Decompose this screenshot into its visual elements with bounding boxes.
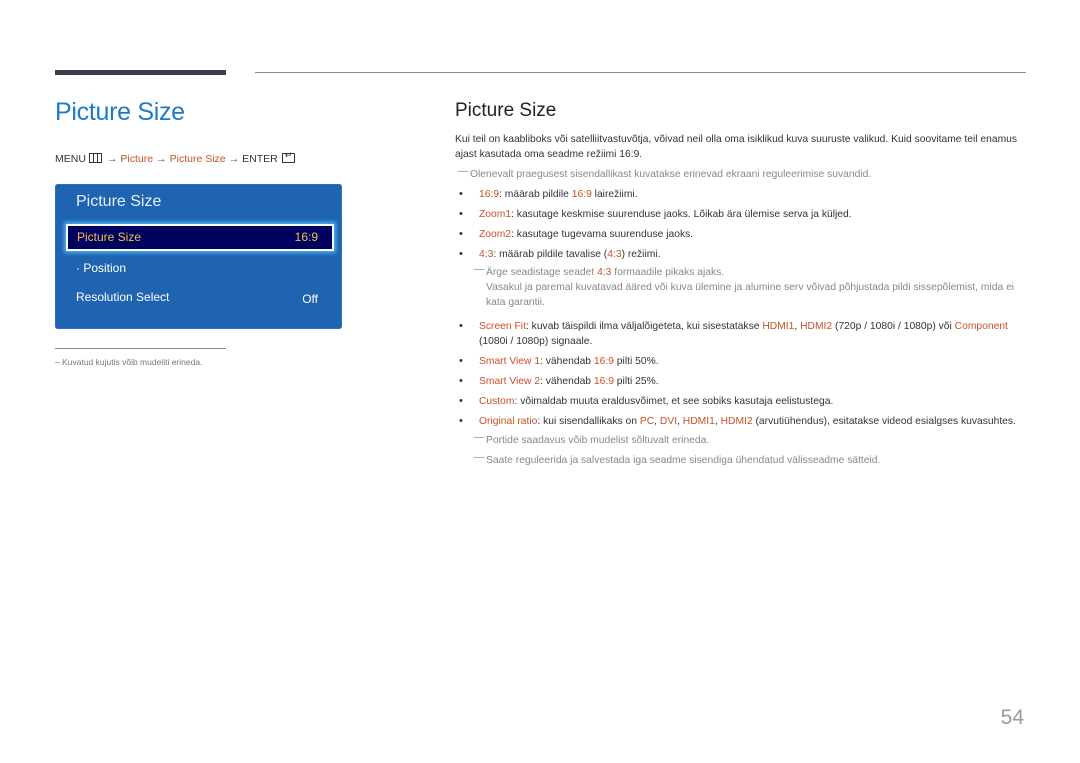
- header-rule-thick: [55, 70, 226, 75]
- enter-label: ENTER: [242, 153, 278, 165]
- note-text: Olenevalt praegusest sisendallikast kuva…: [470, 169, 872, 180]
- note-dash-icon: —: [474, 432, 485, 443]
- osd-item-resolution-value: Off: [302, 292, 318, 306]
- menu-path-picture: Picture: [120, 153, 154, 165]
- option-highlight: 16:9: [571, 189, 592, 200]
- note-dash-icon: —: [458, 166, 469, 177]
- option-highlight: DVI: [659, 416, 678, 427]
- option-list-2: Screen Fit: kuvab täispildi ilma väljalõ…: [455, 319, 1025, 429]
- arrow-icon: →: [156, 153, 167, 165]
- osd-item-picture-size[interactable]: Picture Size 16:9: [66, 224, 334, 251]
- section-title: Picture Size: [55, 98, 185, 126]
- note-dash-icon: —: [474, 264, 485, 275]
- arrow-icon: →: [106, 153, 118, 165]
- note-text: Portide saadavus võib mudelist sõltuvalt…: [486, 435, 710, 446]
- option-item: Screen Fit: kuvab täispildi ilma väljalõ…: [455, 319, 1025, 349]
- note-text: Saate reguleerida ja salvestada iga sead…: [486, 455, 881, 466]
- note-dash-icon: —: [474, 452, 485, 463]
- option-text: ) režiimi.: [621, 249, 661, 260]
- option-highlight: PC: [639, 416, 655, 427]
- option-key: Screen Fit: [479, 321, 526, 332]
- content-column: Picture Size Kui teil on kaabliboks või …: [455, 100, 1025, 468]
- option-list: 16:9: määrab pildile 16:9 lairežiimi. Zoo…: [455, 187, 1025, 262]
- osd-item-position[interactable]: · Position: [76, 261, 126, 275]
- option-key: Custom: [479, 396, 515, 407]
- menu-path: MENU → Picture → Picture Size → ENTER: [55, 150, 295, 165]
- option-text: võimaldab muuta eraldusvõimet, et see so…: [520, 396, 834, 407]
- option-text: kui sisendallikaks on: [543, 416, 640, 427]
- warning-highlight: 4:3: [597, 267, 612, 278]
- option-key: Zoom1: [479, 209, 512, 220]
- option-key: 16:9: [479, 189, 500, 200]
- option-highlight: 16:9: [593, 376, 614, 387]
- option-key: Zoom2: [479, 229, 512, 240]
- osd-item-label: Picture Size: [77, 230, 142, 244]
- option-text: kuvab täispildi ilma väljalõigeteta, kui…: [531, 321, 763, 332]
- option-item: 16:9: määrab pildile 16:9 lairežiimi.: [455, 187, 1025, 202]
- option-text: pilti 25%.: [613, 376, 659, 387]
- menu-label: MENU: [55, 153, 86, 165]
- option-item: Custom: võimaldab muuta eraldusvõimet, e…: [455, 394, 1025, 409]
- footnote-rule: [55, 348, 226, 349]
- option-text: kasutage tugevama suurenduse jaoks.: [516, 229, 694, 240]
- option-text: lairežiimi.: [591, 189, 638, 200]
- option-highlight: Component: [954, 321, 1008, 332]
- note: — Saate reguleerida ja salvestada iga se…: [471, 452, 1025, 468]
- page-number: 54: [1000, 706, 1024, 729]
- warning-line2: Vasakul ja paremal kuvatavad ääred või k…: [486, 282, 1015, 308]
- header-rule-thin: [255, 72, 1026, 73]
- intro-paragraph: Kui teil on kaabliboks või satelliitvast…: [455, 134, 1018, 160]
- option-text: vähendab: [545, 376, 594, 387]
- content-title: Picture Size: [455, 100, 557, 121]
- option-key: Smart View 1: [479, 356, 541, 367]
- option-text: määrab pildile: [504, 189, 572, 200]
- menu-icon: [88, 153, 102, 163]
- note: — Portide saadavus võib mudelist sõltuva…: [471, 432, 1025, 448]
- warning-note: — Ärge seadistage seadet 4:3 formaadile …: [471, 264, 1025, 310]
- option-item: 4:3: määrab pildile tavalise (4:3) režii…: [455, 247, 1025, 262]
- option-text: (720p / 1080i / 1080p) või: [832, 321, 955, 332]
- arrow-icon: →: [228, 153, 240, 165]
- option-text: (1080i / 1080p) signaale.: [479, 336, 593, 347]
- option-text: kasutage keskmise suurenduse jaoks. Lõik…: [516, 209, 852, 220]
- option-text: määrab pildile tavalise (: [499, 249, 608, 260]
- warning-line1-post: formaadile pikaks ajaks.: [611, 267, 725, 278]
- footnote: – Kuvatud kujutis võib mudeliti erineda.: [55, 357, 203, 367]
- option-item: Original ratio: kui sisendallikaks on PC…: [455, 414, 1025, 429]
- option-item: Zoom2: kasutage tugevama suurenduse jaok…: [455, 227, 1025, 242]
- option-item: Smart View 1: vähendab 16:9 pilti 50%.: [455, 354, 1025, 369]
- option-key: Smart View 2: [479, 376, 541, 387]
- option-highlight: HDMI1: [682, 416, 715, 427]
- option-key: 4:3: [479, 249, 494, 260]
- menu-path-picture-size: Picture Size: [169, 153, 226, 165]
- osd-title: Picture Size: [76, 193, 162, 210]
- osd-menu-screenshot: Picture Size Picture Size 16:9 · Positio…: [55, 184, 342, 329]
- option-highlight: HDMI1: [762, 321, 795, 332]
- option-item: Zoom1: kasutage keskmise suurenduse jaok…: [455, 207, 1025, 222]
- option-highlight: 4:3: [607, 249, 622, 260]
- enter-icon: [281, 150, 295, 163]
- option-highlight: HDMI2: [720, 416, 753, 427]
- osd-item-resolution-select[interactable]: Resolution Select: [76, 290, 169, 304]
- note: — Olenevalt praegusest sisendallikast ku…: [455, 166, 1025, 182]
- option-item: Smart View 2: vähendab 16:9 pilti 25%.: [455, 374, 1025, 389]
- option-key: Original ratio: [479, 416, 538, 427]
- option-text: pilti 50%.: [613, 356, 659, 367]
- osd-item-value: 16:9: [294, 230, 318, 244]
- option-highlight: 16:9: [593, 356, 614, 367]
- option-text: (arvutiühendus), esitatakse videod esial…: [752, 416, 1016, 427]
- warning-line1-pre: Ärge seadistage seadet: [486, 267, 598, 278]
- option-text: vähendab: [545, 356, 594, 367]
- option-highlight: HDMI2: [800, 321, 833, 332]
